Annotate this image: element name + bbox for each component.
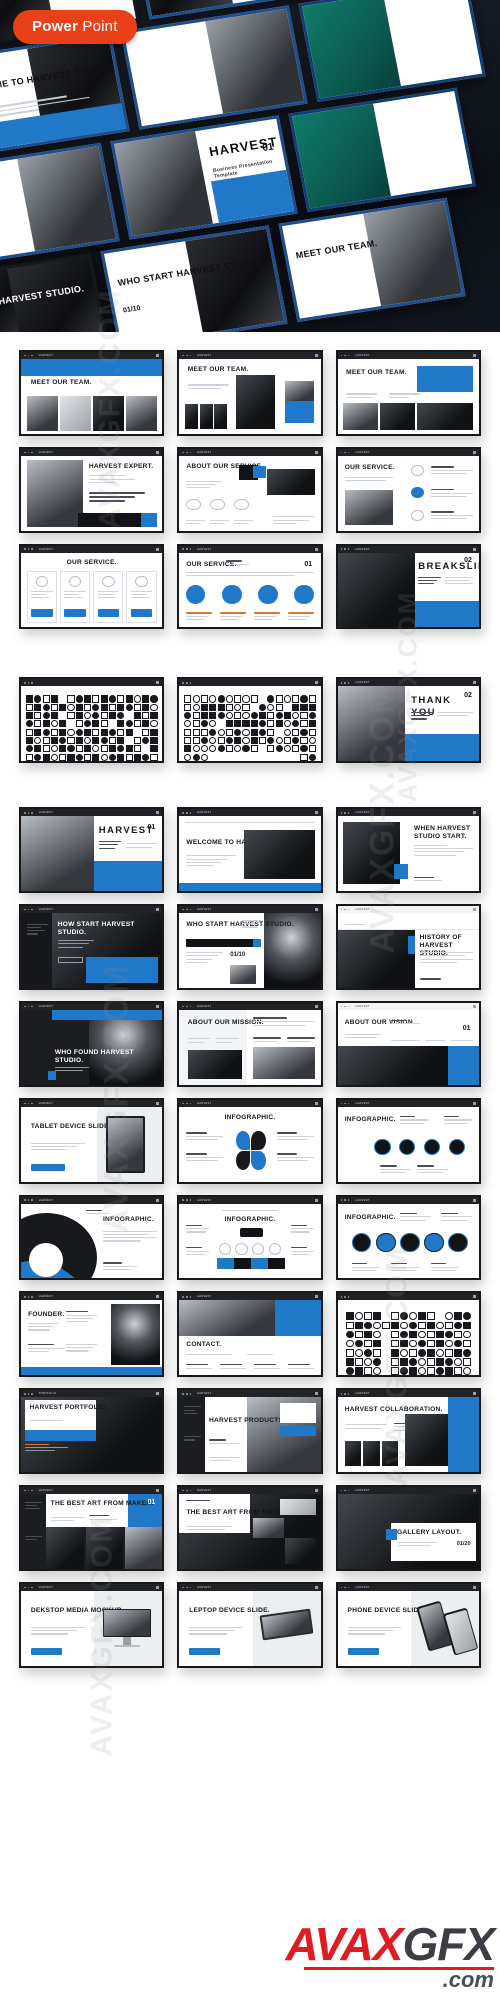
slide-how-start-harvest-studio[interactable]: HARVEST HOW START HARVEST STUDIO. (19, 904, 165, 990)
slide-icon-library-one[interactable] (19, 677, 165, 764)
slide-number: 01/20 (456, 1540, 471, 1547)
slide-title: HOW START HARVEST STUDIO. (57, 921, 135, 937)
slide-number: 02 (464, 691, 472, 699)
slide-our-service-steps[interactable]: HARVEST OUR SERVICE. 01 (177, 543, 323, 630)
slide-title: INFOGRAPHIC. (344, 1115, 396, 1123)
slide-title: INFOGRAPHIC. (344, 1214, 396, 1222)
hero-slide: HOW START HARVEST STUDIO. (0, 252, 110, 332)
section-three-grid: HARVEST HARVEST 01 HARVEST WELCOME TO HA… (0, 807, 500, 1668)
avaxgfx-watermark: AVAXGFX .com (285, 1921, 495, 1993)
slide-title: INFOGRAPHIC. (224, 1216, 276, 1224)
slide-number: 01/10 (230, 952, 246, 959)
section-two: AVAXGFX.COM (0, 591, 500, 803)
section-one: AVAXGFX.COM HARVEST MEET OUR TEAM. HARVE… (0, 289, 500, 652)
slide-thank-you[interactable]: HARVEST THANK YOU 02 (335, 677, 481, 764)
slide-icon-library-three[interactable] (335, 1291, 481, 1378)
slide-who-found-harvest-studio[interactable]: HARVEST WHO FOUND HARVEST STUDIO. (19, 1000, 165, 1087)
slide-title: HARVEST EXPERT. (88, 463, 154, 471)
slide-number: 01 (147, 1498, 156, 1506)
slide-when-harvest-studio-start[interactable]: HARVEST WHEN HARVEST STUDIO START. (335, 807, 481, 894)
slide-title: OUR SERVICE. (66, 558, 117, 566)
slide-dekstop-media-mockup[interactable]: HARVEST DEKSTOP MEDIA MOCKUP. (19, 1581, 165, 1668)
slide-title: WHEN HARVEST STUDIO START. (413, 825, 471, 841)
slide-infographic-cloud[interactable]: HARVEST INFOGRAPHIC. (177, 1194, 323, 1281)
section-two-grid: HARVEST THANK YOU 02 (0, 677, 500, 764)
slide-best-art-from-maker-one[interactable]: HARVEST THE BEST ART FROM MAKER. 01 (19, 1485, 165, 1571)
slide-title: CONTACT. (186, 1340, 222, 1348)
slide-title: LEPTOP DEVICE SLIDE. (189, 1607, 270, 1615)
slide-title: HARVEST PORTFOLIO. (29, 1404, 108, 1412)
slide-history-of-harvest-studio[interactable]: HARVEST HISTORY OF HARVEST STUDIO. (335, 904, 481, 990)
icon-grid (345, 1312, 472, 1375)
slide-harvest-cover[interactable]: HARVEST HARVEST 01 (19, 807, 165, 894)
page-root: STUDIO About Our Vision WELCOME TO HARVE… (0, 0, 500, 1998)
slide-infographic-donut[interactable]: HARVEST INFOGRAPHIC. (19, 1194, 165, 1281)
slide-number: 01 (304, 560, 313, 568)
slide-tablet-device[interactable]: HARVEST TABLET DEVICE SLIDE. (19, 1097, 165, 1184)
slide-title: INFOGRAPHIC. (224, 1114, 276, 1122)
slide-title: MEET OUR TEAM. (187, 366, 249, 374)
slide-about-our-service[interactable]: HARVEST ABOUT OUR SERVICE. (177, 446, 323, 533)
slide-our-service-cards[interactable]: HARVEST OUR SERVICE. (19, 543, 165, 630)
slide-phone-device-slide[interactable]: HARVEST PHONE DEVICE SLIDE. (335, 1581, 481, 1668)
slide-harvest-expert[interactable]: HARVEST HARVEST EXPERT. (19, 446, 165, 533)
slide-meet-our-team-dark[interactable]: HARVEST MEET OUR TEAM. (177, 350, 323, 436)
slide-title: TABLET DEVICE SLIDE. (30, 1123, 111, 1131)
slide-title: FOUNDER. (28, 1310, 65, 1318)
slide-harvest-portfolio[interactable]: PORTFOLIO HARVEST PORTFOLIO. (19, 1388, 165, 1475)
slide-welcome-to-harvest-studio[interactable]: HARVEST WELCOME TO HARVEST STUDIO. (177, 807, 323, 894)
powerpoint-badge: Power Point (13, 10, 137, 44)
watermark-domain: .com (442, 1967, 494, 1993)
slide-contact[interactable]: HARVEST CONTACT. (177, 1291, 323, 1378)
slide-title: THE BEST ART FROM MAKER. (186, 1509, 290, 1517)
slide-our-service-list[interactable]: HARVEST OUR SERVICE. (335, 446, 481, 533)
slide-infographic-wave[interactable]: HARVEST INFOGRAPHIC. (335, 1097, 481, 1184)
section-one-grid: HARVEST MEET OUR TEAM. HARVEST MEET OUR … (0, 350, 500, 630)
slide-title: MEET OUR TEAM. (30, 379, 92, 387)
slide-harvest-products[interactable]: HARVEST HARVEST PRODUCTS. (177, 1388, 323, 1475)
badge-bold-text: Power (32, 18, 79, 35)
slide-who-start-harvest-studio[interactable]: HARVEST WHO START HARVEST STUDIO. 01/10 (177, 904, 323, 990)
slide-about-our-vision[interactable]: HARVEST ABOUT OUR VISION. 01 (335, 1000, 481, 1087)
slide-number: 01 (147, 823, 156, 831)
slide-title: HARVEST PRODUCTS. (209, 1416, 286, 1424)
slide-breakslide[interactable]: HARVEST BREAKSLIDE 02 (335, 543, 481, 630)
slide-number: 02 (464, 557, 472, 565)
slide-title: PHONE DEVICE SLIDE. (347, 1607, 426, 1615)
slide-title: MEET OUR TEAM. (346, 368, 407, 376)
slide-icon-library-two[interactable] (177, 677, 323, 764)
slide-leptop-device-slide[interactable]: HARVEST LEPTOP DEVICE SLIDE. (177, 1581, 323, 1668)
slide-meet-our-team-blue[interactable]: HARVEST MEET OUR TEAM. (335, 350, 481, 436)
slide-title: WHO FOUND HARVEST STUDIO. (54, 1048, 134, 1064)
slide-title: WHO START HARVEST STUDIO. (186, 921, 294, 929)
icon-grid (184, 695, 316, 761)
slide-title: THE BEST ART FROM MAKER. (50, 1500, 154, 1508)
slide-best-art-from-maker-two[interactable]: HARVEST THE BEST ART FROM MAKER. (177, 1485, 323, 1571)
section-three: AVAXGFX.COM AVAXGFX.COM AVAXGFX.COM AVAX… (0, 684, 500, 1757)
slide-about-our-mission[interactable]: HARVEST ABOUT OUR MISSION. (177, 1000, 323, 1087)
slide-infographic-quad[interactable]: HARVEST INFOGRAPHIC. (177, 1097, 323, 1184)
slide-founder[interactable]: HARVEST FOUNDER. (19, 1291, 165, 1378)
slide-harvest-collaboration[interactable]: HARVEST HARVEST COLLABORATION. (335, 1388, 481, 1475)
watermark-brand-red: AVAX (285, 1918, 403, 1971)
slide-title: HARVEST (98, 825, 154, 837)
slide-number: 01 (462, 1024, 471, 1032)
slide-title: GALLERY LAYOUT. (397, 1528, 462, 1536)
icon-grid (26, 695, 158, 761)
watermark-brand-grey: GFX (402, 1918, 495, 1971)
hero-mockup: STUDIO About Our Vision WELCOME TO HARVE… (0, 0, 500, 332)
slide-infographic-circles[interactable]: HARVEST INFOGRAPHIC. (335, 1194, 481, 1281)
slide-gallery-layout[interactable]: HARVEST GALLERY LAYOUT. 01/20 (335, 1485, 481, 1571)
slide-title: OUR SERVICE. (344, 464, 395, 472)
hero-slide-number: 01 (261, 141, 275, 155)
slide-title: INFOGRAPHIC. (102, 1215, 154, 1223)
badge-light-text: Point (78, 18, 118, 35)
slide-meet-our-team-grid[interactable]: HARVEST MEET OUR TEAM. (19, 350, 165, 436)
